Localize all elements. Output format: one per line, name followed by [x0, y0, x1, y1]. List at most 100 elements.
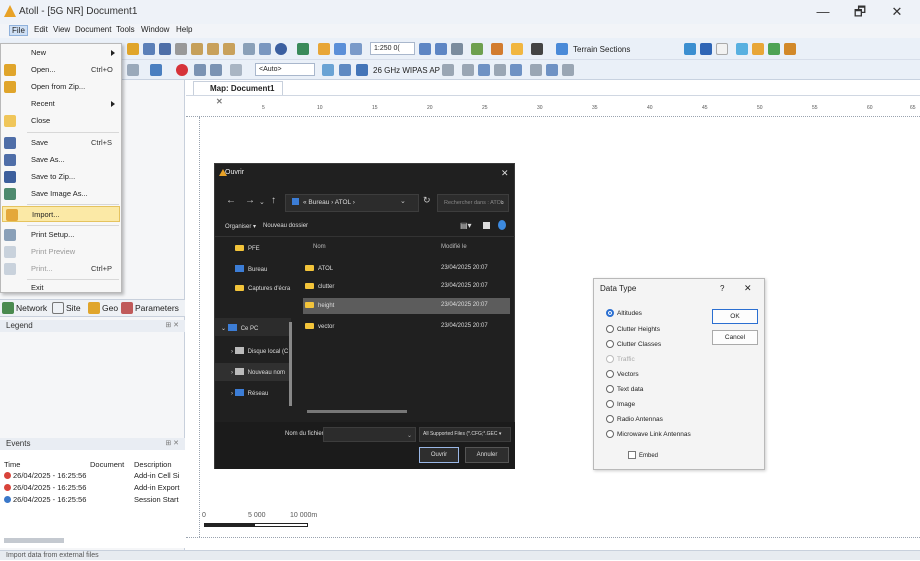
organize-button[interactable]: Organiser ▾ — [225, 223, 256, 230]
maximize-button[interactable]: 🗗 — [843, 2, 877, 22]
auto-combo[interactable]: <Auto> — [255, 63, 315, 76]
antenna-icon[interactable] — [322, 64, 334, 76]
table-row[interactable]: 26/04/2025 - 16:25:56 — [4, 483, 86, 492]
nav-item-captures[interactable]: Captures d'écra — [248, 286, 290, 292]
map-icon[interactable] — [768, 43, 780, 55]
close-button[interactable]: ✕ — [880, 2, 914, 22]
chevron-down-icon[interactable]: ⌄ — [259, 198, 265, 206]
file-name[interactable]: height — [318, 303, 334, 309]
table-row[interactable]: 26/04/2025 - 16:25:56 — [4, 471, 86, 480]
menu-edit[interactable]: Edit — [32, 25, 50, 34]
horizontal-scrollbar[interactable] — [4, 538, 64, 543]
help-icon[interactable]: ? — [720, 284, 724, 293]
refresh-icon[interactable]: ↻ — [423, 195, 431, 206]
up-icon[interactable]: ↑ — [271, 195, 276, 206]
calculate-icon[interactable] — [297, 43, 309, 55]
tab-geo[interactable]: Geo — [102, 303, 118, 313]
address-bar[interactable]: « Bureau › ATOL › — [285, 194, 419, 212]
scale-combo[interactable]: 1:250 0( — [370, 42, 415, 55]
table-row[interactable]: 26/04/2025 - 16:25:56 — [4, 495, 86, 504]
help-icon[interactable] — [498, 220, 506, 230]
file-name[interactable]: vector — [318, 324, 334, 330]
map-tab[interactable]: Map: Document1 ✕ — [193, 81, 283, 106]
view-icon[interactable]: ▤▾ — [460, 221, 472, 230]
zoom-window-icon[interactable] — [350, 43, 362, 55]
menu-item-import[interactable]: Import... — [2, 206, 120, 222]
menu-tools[interactable]: Tools — [114, 25, 137, 34]
pan-icon[interactable] — [471, 43, 483, 55]
menu-document[interactable]: Document — [73, 25, 113, 34]
tool-icon[interactable] — [127, 64, 139, 76]
menu-item-save[interactable]: Save Ctrl+S — [1, 135, 121, 151]
folder-open-icon[interactable] — [511, 43, 523, 55]
tab-site[interactable]: Site — [66, 303, 81, 313]
menu-item-print[interactable]: Print... Ctrl+P — [1, 261, 121, 277]
list-icon[interactable] — [546, 64, 558, 76]
search-input[interactable]: Rechercher dans : ATOL ⌕ — [437, 194, 509, 212]
back-icon[interactable]: ← — [226, 195, 236, 206]
radio-clutter-heights[interactable]: Clutter Heights — [606, 325, 660, 333]
folder-icon[interactable] — [127, 43, 139, 55]
new-folder-button[interactable]: Nouveau dossier — [263, 223, 308, 229]
link-icon[interactable] — [339, 64, 351, 76]
forward-icon[interactable]: → — [245, 195, 255, 206]
menu-item-exit[interactable]: Exit — [1, 280, 121, 296]
menu-view[interactable]: View — [51, 25, 72, 34]
help-icon[interactable] — [275, 43, 287, 55]
grid-icon[interactable] — [194, 64, 206, 76]
save-all-icon[interactable] — [159, 43, 171, 55]
events-col-time[interactable]: Time — [4, 460, 20, 469]
menu-item-print-setup[interactable]: Print Setup... — [1, 227, 121, 243]
terrain-icon[interactable] — [556, 43, 568, 55]
ok-button[interactable]: OK — [712, 309, 758, 324]
tab-network[interactable]: Network — [16, 303, 47, 313]
paste-icon[interactable] — [191, 43, 203, 55]
menu-file[interactable]: File — [9, 25, 28, 36]
menu-item-open[interactable]: Open... Ctrl+O — [1, 62, 121, 78]
chart-icon[interactable] — [494, 64, 506, 76]
file-type-filter[interactable]: All Supported Files (*.CFG;*.GEC ▾ — [419, 427, 511, 442]
menu-item-save-as[interactable]: Save As... — [1, 152, 121, 168]
cancel-button[interactable]: Cancel — [712, 330, 758, 345]
pin-icon[interactable]: ⊞ ✕ — [165, 438, 179, 450]
pane-icon[interactable] — [483, 222, 490, 229]
save-icon[interactable] — [143, 43, 155, 55]
table-icon[interactable] — [478, 64, 490, 76]
refresh-icon[interactable] — [318, 43, 330, 55]
menu-item-print-preview[interactable]: Print Preview — [1, 244, 121, 260]
globe-icon[interactable] — [684, 43, 696, 55]
radio-text-data[interactable]: Text data — [606, 385, 643, 393]
tab-parameters[interactable]: Parameters — [135, 303, 179, 313]
layer-icon[interactable] — [752, 43, 764, 55]
open-button[interactable]: Ouvrir — [419, 447, 459, 463]
menu-item-save-zip[interactable]: Save to Zip... — [1, 169, 121, 185]
pin-icon[interactable]: ⊞ ✕ — [165, 320, 179, 332]
select-icon[interactable] — [334, 43, 346, 55]
line-icon[interactable] — [700, 43, 712, 55]
column-name[interactable]: Nom — [313, 244, 326, 250]
binoculars-icon[interactable] — [531, 43, 543, 55]
menu-item-close[interactable]: Close — [1, 113, 121, 129]
close-icon[interactable]: ✕ — [744, 283, 752, 294]
nav-item-reseau[interactable]: Réseau — [248, 391, 269, 397]
file-list-scrollbar[interactable] — [307, 410, 407, 413]
menu-help[interactable]: Help — [174, 25, 194, 34]
menu-window[interactable]: Window — [139, 25, 171, 34]
radio-microwave-link-antennas[interactable]: Microwave Link Antennas — [606, 430, 691, 438]
menu-item-new[interactable]: New — [1, 45, 121, 61]
radio-clutter-classes[interactable]: Clutter Classes — [606, 340, 661, 348]
cut-icon[interactable] — [175, 43, 187, 55]
grid2-icon[interactable] — [210, 64, 222, 76]
cancel-button[interactable]: Annuler — [465, 447, 509, 463]
radio-icon[interactable] — [356, 64, 368, 76]
column-date[interactable]: Modifié le — [441, 244, 467, 250]
ruler-icon[interactable] — [491, 43, 503, 55]
nav-scrollbar[interactable] — [289, 322, 292, 406]
radio-altitudes[interactable]: Altitudes — [606, 309, 642, 317]
print-icon[interactable] — [243, 43, 255, 55]
events-col-document[interactable]: Document — [90, 460, 124, 469]
terrain-sections-label[interactable]: Terrain Sections — [573, 45, 630, 54]
nav-item-disque[interactable]: Disque local (C — [248, 349, 289, 355]
close-icon[interactable]: ✕ — [501, 168, 509, 179]
menu-item-recent[interactable]: Recent — [1, 96, 121, 112]
